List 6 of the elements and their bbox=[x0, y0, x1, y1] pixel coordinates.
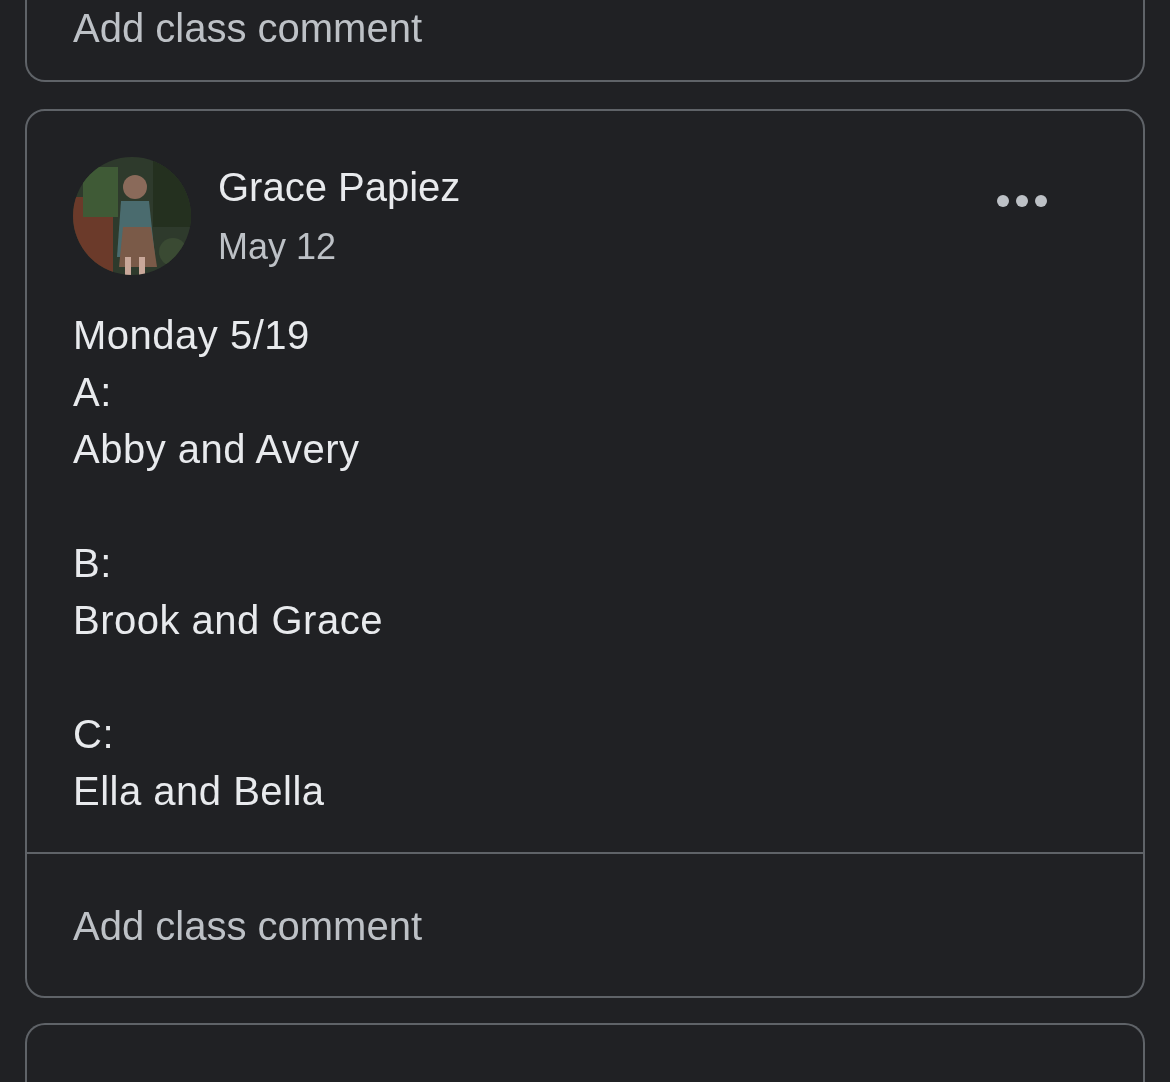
post-text: Monday 5/19 A: Abby and Avery B: Brook and Grace C: Ella and Bella bbox=[72, 312, 384, 815]
comment-field[interactable]: Add class comment bbox=[27, 896, 1143, 956]
comment-field[interactable]: Add class comment bbox=[25, 0, 1145, 82]
author-name: Grace Papiez bbox=[218, 164, 461, 211]
more-icon bbox=[997, 195, 1047, 207]
post-date: May 12 bbox=[218, 225, 338, 269]
